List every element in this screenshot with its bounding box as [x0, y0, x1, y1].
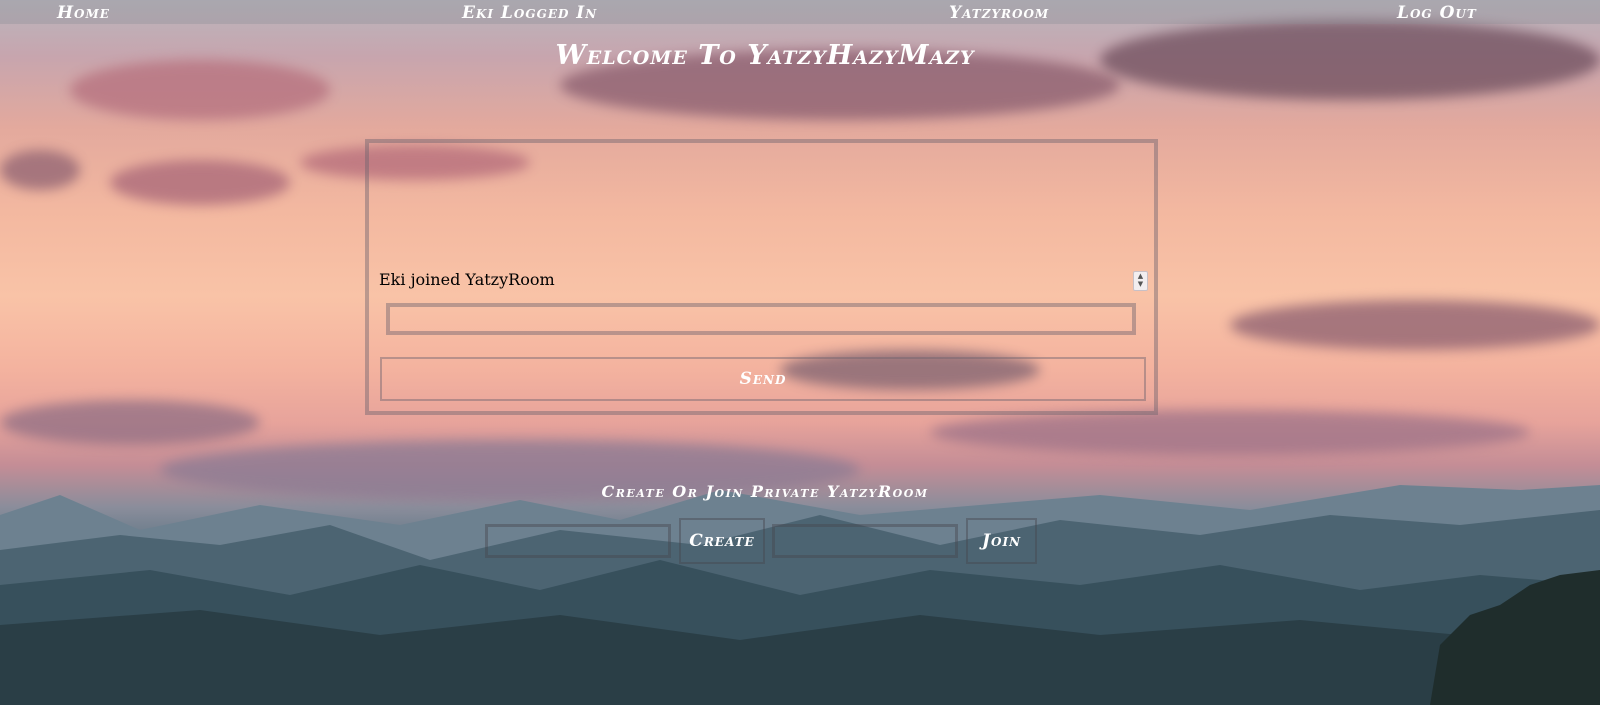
cloud-decoration: [0, 400, 260, 445]
nav-yatzyroom-link[interactable]: Yatzyroom: [949, 3, 1049, 23]
page-title: Welcome To YatzyHazyMazy: [555, 40, 975, 71]
cloud-decoration: [930, 410, 1530, 455]
join-room-button[interactable]: Join: [966, 518, 1037, 564]
nav-home-link[interactable]: Home: [57, 3, 110, 23]
mountain-range: [0, 485, 1600, 705]
nav-logout-link[interactable]: Log Out: [1397, 3, 1477, 23]
private-room-heading: Create Or Join Private YatzyRoom: [601, 482, 929, 501]
create-room-input[interactable]: [485, 524, 671, 558]
cloud-decoration: [1230, 300, 1600, 350]
nav-user-status-link[interactable]: Eki Logged In: [462, 3, 597, 23]
chat-scroll-spinner[interactable]: ▲ ▼: [1133, 271, 1148, 291]
create-room-button[interactable]: Create: [679, 518, 765, 564]
chevron-up-icon[interactable]: ▲: [1134, 272, 1147, 280]
chat-message-input[interactable]: [386, 303, 1136, 335]
chat-panel: Eki joined YatzyRoom ▲ ▼ Send: [365, 139, 1158, 415]
send-button[interactable]: Send: [380, 357, 1146, 401]
top-navbar: Home Eki Logged In Yatzyroom Log Out: [0, 0, 1600, 24]
chat-message: Eki joined YatzyRoom: [379, 270, 555, 289]
chevron-down-icon[interactable]: ▼: [1134, 280, 1147, 288]
cloud-decoration: [0, 150, 80, 190]
cloud-decoration: [110, 160, 290, 205]
chat-log[interactable]: Eki joined YatzyRoom: [374, 147, 1149, 289]
join-room-input[interactable]: [772, 524, 958, 558]
